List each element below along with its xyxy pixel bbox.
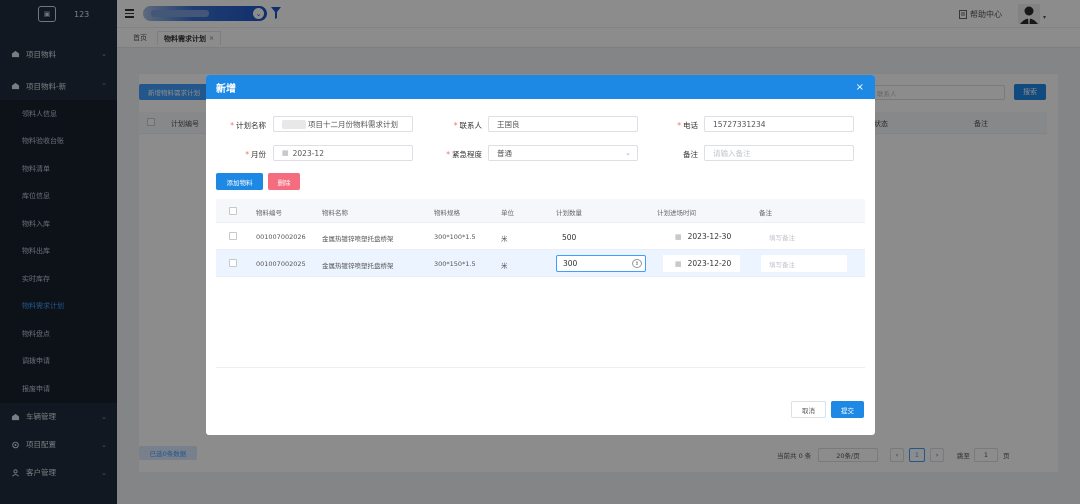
table-row[interactable]: 001007002026 金属热镀锌喷塑托盘桥架 300*100*1.5 米 5… [216, 223, 865, 250]
column-qty: 计划数量 [556, 209, 582, 217]
dialog-header: 新增 × [206, 75, 875, 99]
plan-name-input[interactable]: 项目十二月份物料需求计划 [273, 116, 413, 132]
column-code: 物料编号 [256, 209, 282, 217]
remark-label: 备注 [683, 150, 698, 159]
stepper-icon[interactable]: ⇕ [632, 259, 642, 268]
chevron-down-icon: ⌄ [625, 149, 631, 157]
row-remark-input[interactable]: 填写备注 [761, 228, 847, 245]
contact-input[interactable]: 王国良 [488, 116, 638, 132]
cell-code: 001007002026 [256, 233, 306, 241]
material-table-header: 物料编号 物料名称 物料规格 单位 计划数量 计划进场时间 备注 [216, 199, 865, 223]
add-material-button[interactable]: 添加物料 [216, 173, 263, 190]
calendar-icon: ▦ [675, 232, 682, 241]
urgency-select[interactable]: 普通 ⌄ [488, 145, 638, 161]
cell-unit: 米 [501, 262, 508, 270]
cell-name: 金属热镀锌喷塑托盘桥架 [322, 235, 394, 243]
column-name: 物料名称 [322, 209, 348, 217]
cell-unit: 米 [501, 235, 508, 243]
arrival-date-picker[interactable]: ▦ 2023-12-30 [663, 228, 740, 245]
month-label: * 月份 [245, 150, 266, 159]
contact-label: * 联系人 [453, 121, 482, 130]
column-remark: 备注 [759, 209, 772, 217]
material-table: 物料编号 物料名称 物料规格 单位 计划数量 计划进场时间 备注 0010070… [216, 199, 865, 277]
phone-label: * 电话 [677, 121, 698, 130]
row-checkbox[interactable] [229, 232, 237, 240]
cell-code: 001007002025 [256, 260, 306, 268]
cancel-button[interactable]: 取消 [791, 401, 826, 418]
row-remark-input[interactable]: 填写备注 [761, 255, 847, 272]
qty-input[interactable]: 300 ⇕ [556, 255, 646, 272]
cell-name: 金属热镀锌喷塑托盘桥架 [322, 262, 394, 270]
qty-input[interactable]: 500 [562, 233, 576, 242]
column-unit: 单位 [501, 209, 514, 217]
submit-button[interactable]: 提交 [831, 401, 864, 418]
select-all-checkbox[interactable] [229, 207, 237, 215]
delete-button[interactable]: 删除 [268, 173, 300, 190]
add-plan-dialog: 新增 × * 计划名称 项目十二月份物料需求计划 * 联系人 王国良 * 电话 157… [206, 75, 875, 435]
dialog-title: 新增 [216, 83, 236, 95]
remark-input[interactable]: 请输入备注 [704, 145, 854, 161]
arrival-date-picker[interactable]: ▦ 2023-12-20 [663, 255, 740, 272]
calendar-icon: ▦ [282, 149, 289, 157]
table-row[interactable]: 001007002025 金属热镀锌喷塑托盘桥架 300*150*1.5 米 3… [216, 250, 865, 277]
close-icon[interactable]: × [856, 82, 864, 93]
phone-input[interactable]: 15727331234 [704, 116, 854, 132]
row-checkbox[interactable] [229, 259, 237, 267]
column-arrival-date: 计划进场时间 [657, 209, 696, 217]
plan-name-value: 项目十二月份物料需求计划 [308, 119, 398, 129]
cell-spec: 300*100*1.5 [434, 233, 476, 241]
column-spec: 物料规格 [434, 209, 460, 217]
month-picker[interactable]: ▦ 2023-12 [273, 145, 413, 161]
urgency-label: * 紧急程度 [446, 150, 482, 159]
redacted-prefix [282, 119, 306, 129]
plan-name-label: * 计划名称 [230, 121, 266, 130]
table-divider [216, 367, 865, 368]
calendar-icon: ▦ [675, 259, 682, 268]
cell-spec: 300*150*1.5 [434, 260, 476, 268]
